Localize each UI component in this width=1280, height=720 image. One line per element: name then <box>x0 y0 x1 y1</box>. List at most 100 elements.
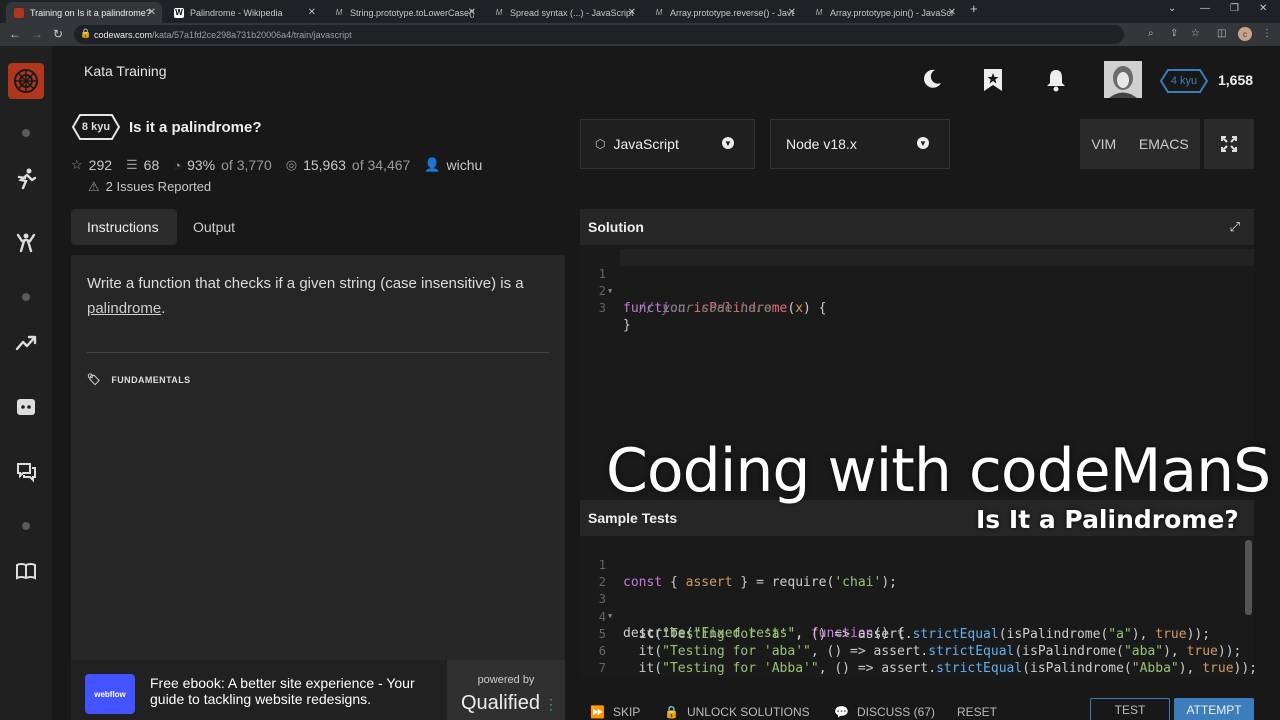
comments-icon: 💬 <box>834 705 849 719</box>
address-bar: ← → ↻ 🔒 codewars.com/kata/57a1fd2ce298a7… <box>0 23 1280 46</box>
emacs-mode-button[interactable]: EMACS <box>1139 136 1189 152</box>
rail-divider-dot <box>22 129 30 137</box>
close-tab-icon[interactable]: ✕ <box>148 7 156 18</box>
collections-stat[interactable]: ☰ 68 <box>126 157 159 173</box>
close-tab-icon[interactable]: ✕ <box>468 7 476 18</box>
kata-tag[interactable]: 🏷 FUNDAMENTALS <box>87 373 191 386</box>
ad-text[interactable]: Free ebook: A better site experience - Y… <box>150 675 430 707</box>
unlock-solutions-button[interactable]: 🔒 UNLOCK SOLUTIONS <box>664 705 810 719</box>
page-section-title: Kata Training <box>84 63 167 79</box>
browser-tab-codewars[interactable]: Training on Is it a palindrome? | C ✕ <box>6 2 162 23</box>
bookmark-star-icon[interactable] <box>982 68 1004 98</box>
reset-button[interactable]: RESET <box>957 705 997 719</box>
instructions-text: Write a function that checks if a given … <box>87 271 547 321</box>
vim-mode-button[interactable]: VIM <box>1091 136 1116 152</box>
chevron-down-icon: ▼ <box>917 137 929 149</box>
new-tab-icon[interactable]: + <box>970 1 978 16</box>
palindrome-link[interactable]: palindrome <box>87 300 161 317</box>
powered-by-qualified[interactable]: powered by Qualified ⋮ <box>447 660 565 720</box>
runtime-select[interactable]: Node v18.x ▼ <box>770 119 950 169</box>
stars-stat[interactable]: ☆ 292 <box>71 157 112 173</box>
discussions-icon[interactable] <box>14 461 38 483</box>
browser-tab-spread[interactable]: M Spread syntax (...) - JavaScript | M ✕ <box>486 2 642 23</box>
lock-icon: 🔒 <box>80 28 92 38</box>
profile-avatar[interactable]: c <box>1238 27 1252 41</box>
discuss-button[interactable]: 💬 DISCUSS (67) <box>834 705 935 719</box>
attempt-button[interactable]: ATTEMPT <box>1174 698 1254 720</box>
back-icon[interactable]: ← <box>9 27 21 41</box>
training-icon[interactable] <box>14 168 38 190</box>
reload-icon[interactable]: ↻ <box>53 27 63 41</box>
mdn-favicon-icon: M <box>495 8 503 17</box>
sponsor-ad[interactable]: webflow Free ebook: A better site experi… <box>71 660 447 720</box>
qualified-brand: Qualified <box>461 692 540 714</box>
unlock-label: UNLOCK SOLUTIONS <box>686 705 810 719</box>
share-icon[interactable]: ⇪ <box>1170 28 1178 39</box>
tests-scrollbar[interactable] <box>1245 540 1252 615</box>
maximize-icon[interactable]: ❐ <box>1230 3 1239 14</box>
video-overlay-title: Coding with codeManS <box>606 436 1271 506</box>
language-select[interactable]: ⬡ JavaScript ▼ <box>580 119 755 169</box>
video-overlay-subtitle: Is It a Palindrome? <box>976 505 1239 534</box>
zoom-icon[interactable]: ⌕ <box>1148 28 1154 39</box>
kata-stats: ☆ 292 ☰ 68 ◔ 93% of 3,770 ◎ 15,963 of 34,467 👤… <box>71 157 482 173</box>
notifications-bell-icon[interactable] <box>1045 68 1067 98</box>
close-window-icon[interactable]: ✕ <box>1259 3 1267 14</box>
browser-tab-bar: Training on Is it a palindrome? | C ✕ W … <box>0 0 1280 23</box>
discord-icon[interactable] <box>14 396 38 418</box>
close-tab-icon[interactable]: ✕ <box>628 7 636 18</box>
honor-score: 1,658 <box>1218 72 1254 88</box>
browser-tab-reverse[interactable]: M Array.prototype.reverse() - JavaS ✕ <box>646 2 802 23</box>
forward-icon[interactable]: → <box>31 27 43 41</box>
code-line: const { assert } = require('chai'); <box>623 575 897 590</box>
user-rank-badge: 4 kyu <box>1160 69 1208 93</box>
fast-forward-icon: ⏩ <box>590 705 605 719</box>
browser-menu-icon[interactable]: ⋮ <box>1262 28 1272 39</box>
author-name[interactable]: wichu <box>447 157 483 173</box>
completed-stat: ◎ 15,963 of 34,467 <box>286 157 411 173</box>
code-line: it("Testing for 'hello'", () => assert.s… <box>623 677 1254 678</box>
sample-tests-label: Sample Tests <box>588 510 678 526</box>
instructions-body: Write a function that checks if a given … <box>87 275 524 292</box>
expand-icon[interactable]: ⤢ <box>1230 219 1240 235</box>
divider <box>87 352 549 353</box>
issues-reported[interactable]: ⚠ 2 Issues Reported <box>88 179 211 195</box>
user-avatar[interactable] <box>1104 61 1142 98</box>
browser-tab-title: Spread syntax (...) - JavaScript | M <box>510 7 634 18</box>
minimize-icon[interactable]: — <box>1200 3 1210 14</box>
mdn-favicon-icon: M <box>655 8 663 17</box>
browser-tab-tolowercase[interactable]: M String.prototype.toLowerCase() - ✕ <box>326 2 482 23</box>
codewars-logo[interactable] <box>8 63 44 99</box>
browser-tab-wikipedia[interactable]: W Palindrome - Wikipedia ✕ <box>166 2 322 23</box>
javascript-shield-icon: ⬡ <box>595 137 606 151</box>
url-input[interactable]: 🔒 codewars.com/kata/57a1fd2ce298a731b200… <box>74 25 1124 44</box>
reset-label: RESET <box>957 705 998 719</box>
mdn-favicon-icon: M <box>815 8 823 17</box>
tab-instructions[interactable]: Instructions <box>71 209 177 245</box>
test-button[interactable]: TEST <box>1090 698 1170 720</box>
tab-search-icon[interactable]: ⌄ <box>1168 3 1176 14</box>
fullscreen-button[interactable] <box>1204 119 1254 169</box>
author-stat[interactable]: 👤 wichu <box>424 157 482 173</box>
kata-difficulty-badge: 8 kyu <box>72 114 120 140</box>
tab-output[interactable]: Output <box>177 209 251 245</box>
mdn-favicon-icon: M <box>335 8 343 17</box>
collections-count: 68 <box>143 157 160 173</box>
code-line: it("Testing for 'aba'", () => assert.str… <box>623 644 1242 659</box>
kata-title: Is it a palindrome? <box>129 119 262 136</box>
practice-icon[interactable] <box>14 232 38 254</box>
skip-button[interactable]: ⏩ SKIP <box>590 705 640 719</box>
sample-tests-editor[interactable]: 1 const { assert } = require('chai'); 2 … <box>580 536 1254 678</box>
leaderboard-trend-icon[interactable] <box>14 332 38 354</box>
close-tab-icon[interactable]: ✕ <box>308 7 316 18</box>
close-tab-icon[interactable]: ✕ <box>788 7 796 18</box>
docs-book-icon[interactable] <box>14 560 38 582</box>
close-tab-icon[interactable]: ✕ <box>948 7 956 18</box>
chevron-down-icon: ▼ <box>722 137 734 149</box>
side-panel-icon[interactable]: ◫ <box>1217 28 1226 39</box>
dark-mode-moon-icon[interactable] <box>921 68 943 96</box>
codewars-favicon-icon <box>14 7 24 18</box>
bookmark-star-icon[interactable]: ☆ <box>1191 28 1200 39</box>
browser-tab-title: Array.prototype.reverse() - JavaS <box>670 7 794 18</box>
browser-tab-join[interactable]: M Array.prototype.join() - JavaScri ✕ <box>806 2 962 23</box>
